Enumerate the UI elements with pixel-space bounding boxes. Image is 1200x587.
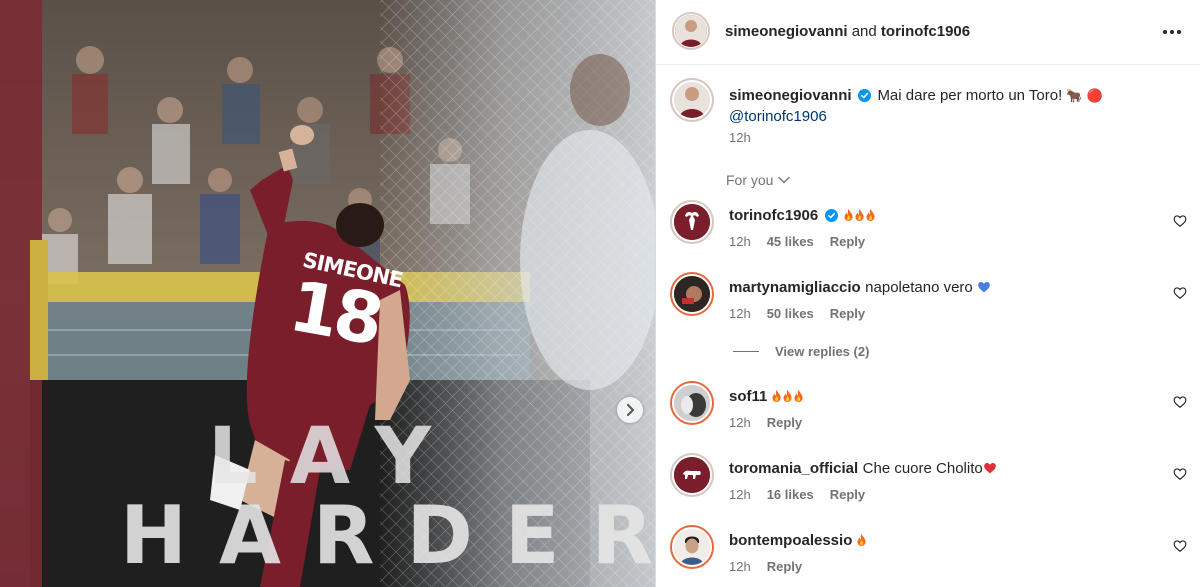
caption-username[interactable]: simeonegiovanni <box>729 87 852 104</box>
ad-board-text-top: LAY <box>208 412 464 502</box>
comment-timestamp[interactable]: 12h <box>729 415 751 430</box>
comment-username[interactable]: bontempoalessio <box>729 532 852 549</box>
comment-line: martynamigliaccio napoletano vero <box>729 279 1149 297</box>
heart-icon[interactable] <box>1173 395 1187 409</box>
comment-username[interactable]: sof11 <box>729 388 767 405</box>
caption-mention-link[interactable]: @torinofc1906 <box>729 108 827 125</box>
more-dot-icon <box>1177 30 1181 34</box>
post-media[interactable]: LAY HARDER SIMEONE 18 <box>0 0 655 587</box>
heart-icon[interactable] <box>1173 214 1187 228</box>
fire-emoji-icon <box>772 388 805 405</box>
comment-avatar[interactable] <box>670 200 714 244</box>
comment-line: bontempoalessio <box>729 532 1149 550</box>
reply-button[interactable]: Reply <box>767 559 802 574</box>
more-dot-icon <box>1170 30 1174 34</box>
jersey-number: 18 <box>283 264 386 362</box>
authors-conjunction: and <box>851 23 877 40</box>
comment-likes[interactable]: 50 likes <box>767 306 814 321</box>
caption-timestamp[interactable]: 12h <box>729 130 751 145</box>
reply-button[interactable]: Reply <box>830 487 865 502</box>
caption-text: Mai dare per morto un Toro! <box>877 87 1067 104</box>
comment-timestamp[interactable]: 12h <box>729 559 751 574</box>
comment-timestamp[interactable]: 12h <box>729 487 751 502</box>
caption-avatar[interactable] <box>670 78 714 122</box>
comment-meta: 12h Reply <box>729 415 802 430</box>
fire-emoji-icon <box>844 207 877 224</box>
comment-sort-dropdown[interactable]: For you <box>726 172 791 188</box>
blue-heart-emoji-icon <box>978 282 991 293</box>
comment-avatar[interactable] <box>670 381 714 425</box>
more-options-button[interactable] <box>1161 23 1183 41</box>
comment-avatar[interactable] <box>670 525 714 569</box>
view-replies-button[interactable]: View replies (2) <box>733 344 869 359</box>
comment-meta: 12h Reply <box>729 559 802 574</box>
toromania-logo-icon <box>674 457 710 493</box>
red-heart-emoji-icon <box>983 463 996 474</box>
post-authors: simeonegiovanni and torinofc1906 <box>725 23 970 40</box>
comment-item: toromania_official Che cuore Cholito 12h… <box>656 453 1200 513</box>
user-avatar-icon <box>674 529 710 565</box>
verified-badge-icon <box>824 209 838 222</box>
user-avatar-icon <box>674 276 710 312</box>
player-avatar-icon <box>675 15 707 47</box>
chevron-down-icon <box>778 176 791 184</box>
comment-text: Che cuore Cholito <box>862 460 983 477</box>
heart-icon[interactable] <box>1173 539 1187 553</box>
comment-username[interactable]: torinofc1906 <box>729 207 818 224</box>
user-avatar-icon <box>674 385 710 421</box>
comment-item: bontempoalessio 12h Reply <box>656 525 1200 585</box>
reply-button[interactable]: Reply <box>767 415 802 430</box>
collab-username[interactable]: torinofc1906 <box>881 23 970 40</box>
view-replies-label: View replies (2) <box>775 344 870 359</box>
fire-emoji-icon <box>857 532 868 549</box>
post-header: simeonegiovanni and torinofc1906 <box>656 0 1200 65</box>
heart-icon[interactable] <box>1173 286 1187 300</box>
more-dot-icon <box>1163 30 1167 34</box>
comment-meta: 12h 45 likes Reply <box>729 234 865 249</box>
reply-button[interactable]: Reply <box>830 234 865 249</box>
caption-body: simeonegiovanni Mai dare per morto un To… <box>729 86 1149 127</box>
comment-line: torinofc1906 <box>729 207 1149 225</box>
comment-text: napoletano vero <box>865 279 973 296</box>
caption-emoji: 🐂 🔴 <box>1066 89 1103 104</box>
comment-line: sof11 <box>729 388 1149 406</box>
comment-likes[interactable]: 16 likes <box>767 487 814 502</box>
author-username[interactable]: simeonegiovanni <box>725 23 848 40</box>
comment-avatar[interactable] <box>670 272 714 316</box>
comment-meta: 12h 16 likes Reply <box>729 487 865 502</box>
comment-username[interactable]: toromania_official <box>729 460 858 477</box>
comment-sort-label: For you <box>726 172 774 188</box>
reply-button[interactable]: Reply <box>830 306 865 321</box>
next-slide-button[interactable] <box>617 397 643 423</box>
replies-divider <box>733 351 759 352</box>
comment-line: toromania_official Che cuore Cholito <box>729 460 1149 478</box>
torino-bull-logo-icon <box>674 204 710 240</box>
comment-timestamp[interactable]: 12h <box>729 234 751 249</box>
verified-badge-icon <box>857 89 871 102</box>
comment-item: martynamigliaccio napoletano vero 12h 50… <box>656 272 1200 332</box>
heart-icon[interactable] <box>1173 467 1187 481</box>
comment-likes[interactable]: 45 likes <box>767 234 814 249</box>
comment-item: sof11 12h Reply <box>656 381 1200 441</box>
comment-item: torinofc1906 12h 45 likes Reply <box>656 200 1200 260</box>
comment-timestamp[interactable]: 12h <box>729 306 751 321</box>
post-details-panel: simeonegiovanni and torinofc1906 simeone… <box>655 0 1200 587</box>
player-avatar-icon <box>674 82 710 118</box>
comment-meta: 12h 50 likes Reply <box>729 306 865 321</box>
ad-board-text-bottom: HARDER <box>120 489 655 582</box>
comment-avatar[interactable] <box>670 453 714 497</box>
comment-username[interactable]: martynamigliaccio <box>729 279 861 296</box>
author-avatar[interactable] <box>672 12 710 50</box>
chevron-right-icon <box>627 404 634 416</box>
